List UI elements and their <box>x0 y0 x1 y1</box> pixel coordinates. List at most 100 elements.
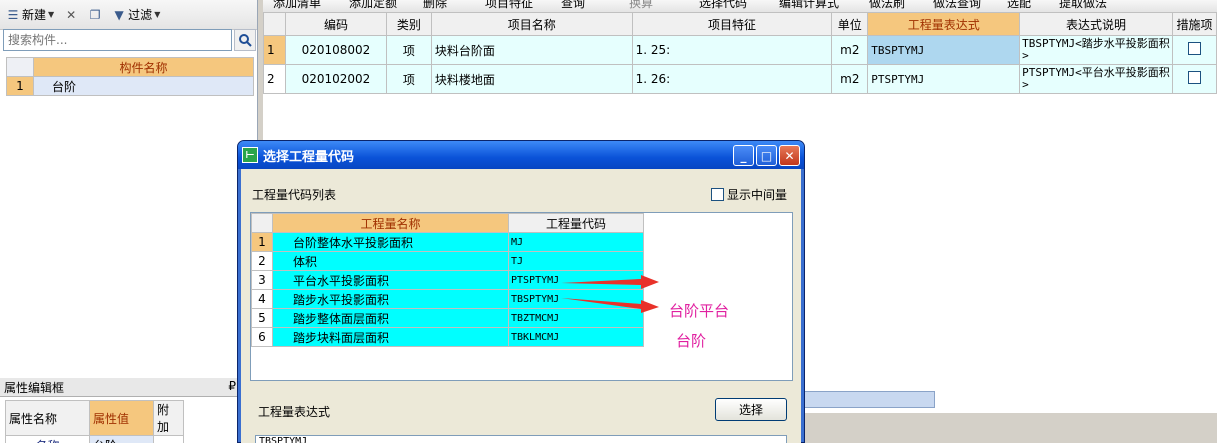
quantity-name-header: 工程量名称 <box>272 213 509 233</box>
cell-expression-desc[interactable]: TBSPTYMJ<踏步水平投影面积> <box>1019 35 1173 65</box>
cell-expression[interactable]: PTSPTYMJ <box>867 64 1021 94</box>
measure-checkbox-cell[interactable] <box>1171 35 1217 65</box>
quantity-name[interactable]: 台阶整体水平投影面积 <box>272 232 509 252</box>
dialog-title: 选择工程量代码 <box>263 149 355 165</box>
method-query-button[interactable]: 做法查询 <box>933 0 981 11</box>
row-number: 2 <box>251 251 273 271</box>
table-row[interactable]: 3 平台水平投影面积 PTSPTYMJ <box>251 270 644 290</box>
table-row[interactable]: 1 台阶整体水平投影面积 MJ <box>251 232 644 252</box>
query-button[interactable]: 查询 <box>561 0 585 11</box>
maximize-icon: □ <box>760 148 773 163</box>
add-list-button[interactable]: 添加清单 <box>273 0 321 11</box>
convert-button[interactable]: 换算 <box>629 0 653 11</box>
table-row[interactable]: 6 踏步块料面层面积 TBKLMCMJ <box>251 327 644 347</box>
select-code-button[interactable]: 选择代码 <box>699 0 747 11</box>
close-icon: ✕ <box>784 148 795 163</box>
show-middle-checkbox[interactable] <box>711 188 724 201</box>
item-features-button[interactable]: 项目特征 <box>485 0 533 11</box>
expression-input[interactable]: TBSPTYMJ <box>255 435 787 443</box>
quantity-code[interactable]: TBZTMCMJ <box>508 308 644 328</box>
quantity-name[interactable]: 平台水平投影面积 <box>272 270 509 290</box>
delete-button[interactable]: ✕ <box>62 8 80 22</box>
table-row[interactable]: 2 020102002 项 块料楼地面 1. 26: m2 PTSPTYMJ P… <box>263 64 1217 94</box>
cell-unit[interactable]: m2 <box>831 35 869 65</box>
quantity-code[interactable]: TJ <box>508 251 644 271</box>
property-table: 属性名称 属性值 附加 名称 台阶 <box>5 400 184 443</box>
delete-item-button[interactable]: 删除 <box>423 0 447 11</box>
quantity-code[interactable]: TBKLMCMJ <box>508 327 644 347</box>
row-number-header <box>251 213 273 233</box>
close-icon: ✕ <box>66 7 77 22</box>
select-button[interactable]: 选择 <box>715 398 787 421</box>
maximize-button[interactable]: □ <box>756 145 777 166</box>
column-header-measure: 措施项 <box>1171 12 1217 36</box>
pin-icon[interactable]: ₽ <box>228 379 236 395</box>
component-name[interactable]: 台阶 <box>33 76 254 96</box>
method-brush-button[interactable]: 做法刷 <box>869 0 905 11</box>
quantity-code[interactable]: TBSPTYMJ <box>508 289 644 309</box>
cell-type[interactable]: 项 <box>385 35 432 65</box>
cell-expression-desc[interactable]: PTSPTYMJ<平台水平投影面积> <box>1019 64 1173 94</box>
search-icon <box>239 34 252 47</box>
cell-unit[interactable]: m2 <box>831 64 869 94</box>
cell-type[interactable]: 项 <box>385 64 432 94</box>
measure-checkbox[interactable] <box>1187 42 1201 55</box>
component-panel: ☰ 新建 ▼ ✕ ❐ ▼ 过滤 ▼ 构件名称 1 台阶 <box>0 0 258 378</box>
column-header-expression: 工程量表达式 <box>867 12 1021 36</box>
component-name-header: 构件名称 <box>33 57 254 77</box>
property-value-header: 属性值 <box>89 400 154 436</box>
edit-formula-button[interactable]: 编辑计算式 <box>779 0 839 11</box>
property-value[interactable]: 台阶 <box>89 435 154 443</box>
quantity-code[interactable]: PTSPTYMJ <box>508 270 644 290</box>
annotation-step: 台阶 <box>676 332 707 350</box>
component-table: 构件名称 1 台阶 <box>6 57 254 96</box>
cell-name[interactable]: 块料台阶面 <box>430 35 633 65</box>
table-row: 名称 台阶 <box>5 435 184 443</box>
row-number: 1 <box>263 35 286 65</box>
cell-expression[interactable]: TBSPTYMJ <box>867 35 1021 65</box>
select-quantity-code-dialog: ⊢ 选择工程量代码 _ □ ✕ 工程量代码列表 显示中间量 工程量名称 工程量代… <box>237 140 805 443</box>
add-quota-button[interactable]: 添加定额 <box>349 0 397 11</box>
new-button[interactable]: ☰ 新建 ▼ <box>4 6 56 23</box>
property-extra-header: 附加 <box>153 400 184 436</box>
cell-code[interactable]: 020102002 <box>284 64 387 94</box>
dialog-title-bar[interactable]: ⊢ 选择工程量代码 <box>238 141 804 169</box>
measure-checkbox-cell[interactable] <box>1171 64 1217 94</box>
annotation-platform: 台阶平台 <box>669 302 730 320</box>
bottom-panel <box>800 412 1217 443</box>
filter-button[interactable]: ▼ 过滤 ▼ <box>110 6 162 23</box>
expression-label: 工程量表达式 <box>258 405 331 419</box>
close-button[interactable]: ✕ <box>779 145 800 166</box>
table-row[interactable]: 4 踏步水平投影面积 TBSPTYMJ <box>251 289 644 309</box>
quantity-name[interactable]: 踏步整体面层面积 <box>272 308 509 328</box>
table-row[interactable]: 1 台阶 <box>6 76 254 96</box>
minimize-button[interactable]: _ <box>733 145 754 166</box>
row-number-header <box>6 57 34 77</box>
cell-name[interactable]: 块料楼地面 <box>430 64 633 94</box>
filter-icon: ▼ <box>114 7 124 22</box>
quantity-name[interactable]: 体积 <box>272 251 509 271</box>
quantity-name[interactable]: 踏步水平投影面积 <box>272 289 509 309</box>
property-editor-title-bar: 属性编辑框 ₽ <box>0 378 240 397</box>
measure-checkbox[interactable] <box>1187 71 1201 84</box>
search-button[interactable] <box>234 29 256 51</box>
show-middle-option[interactable]: 显示中间量 <box>711 186 787 203</box>
table-row[interactable]: 5 踏步整体面层面积 TBZTMCMJ <box>251 308 644 328</box>
cell-code[interactable]: 020108002 <box>284 35 387 65</box>
quantity-code[interactable]: MJ <box>508 232 644 252</box>
table-row[interactable]: 2 体积 TJ <box>251 251 644 271</box>
quantity-name[interactable]: 踏步块料面层面积 <box>272 327 509 347</box>
code-list-label: 工程量代码列表 <box>252 188 337 202</box>
match-button[interactable]: 选配 <box>1007 0 1031 11</box>
cell-features[interactable]: 1. 26: <box>631 64 833 94</box>
table-row[interactable]: 1 020108002 项 块料台阶面 1. 25: m2 TBSPTYMJ T… <box>263 35 1217 65</box>
cell-features[interactable]: 1. 25: <box>631 35 833 65</box>
property-extra[interactable] <box>153 435 184 443</box>
row-number: 1 <box>251 232 273 252</box>
extract-method-button[interactable]: 提取做法 <box>1059 0 1107 11</box>
copy-icon: ❐ <box>89 7 101 22</box>
quantity-code-header: 工程量代码 <box>508 213 644 233</box>
search-input[interactable] <box>3 29 232 51</box>
copy-button[interactable]: ❐ <box>86 8 104 22</box>
property-name-header: 属性名称 <box>5 400 90 436</box>
